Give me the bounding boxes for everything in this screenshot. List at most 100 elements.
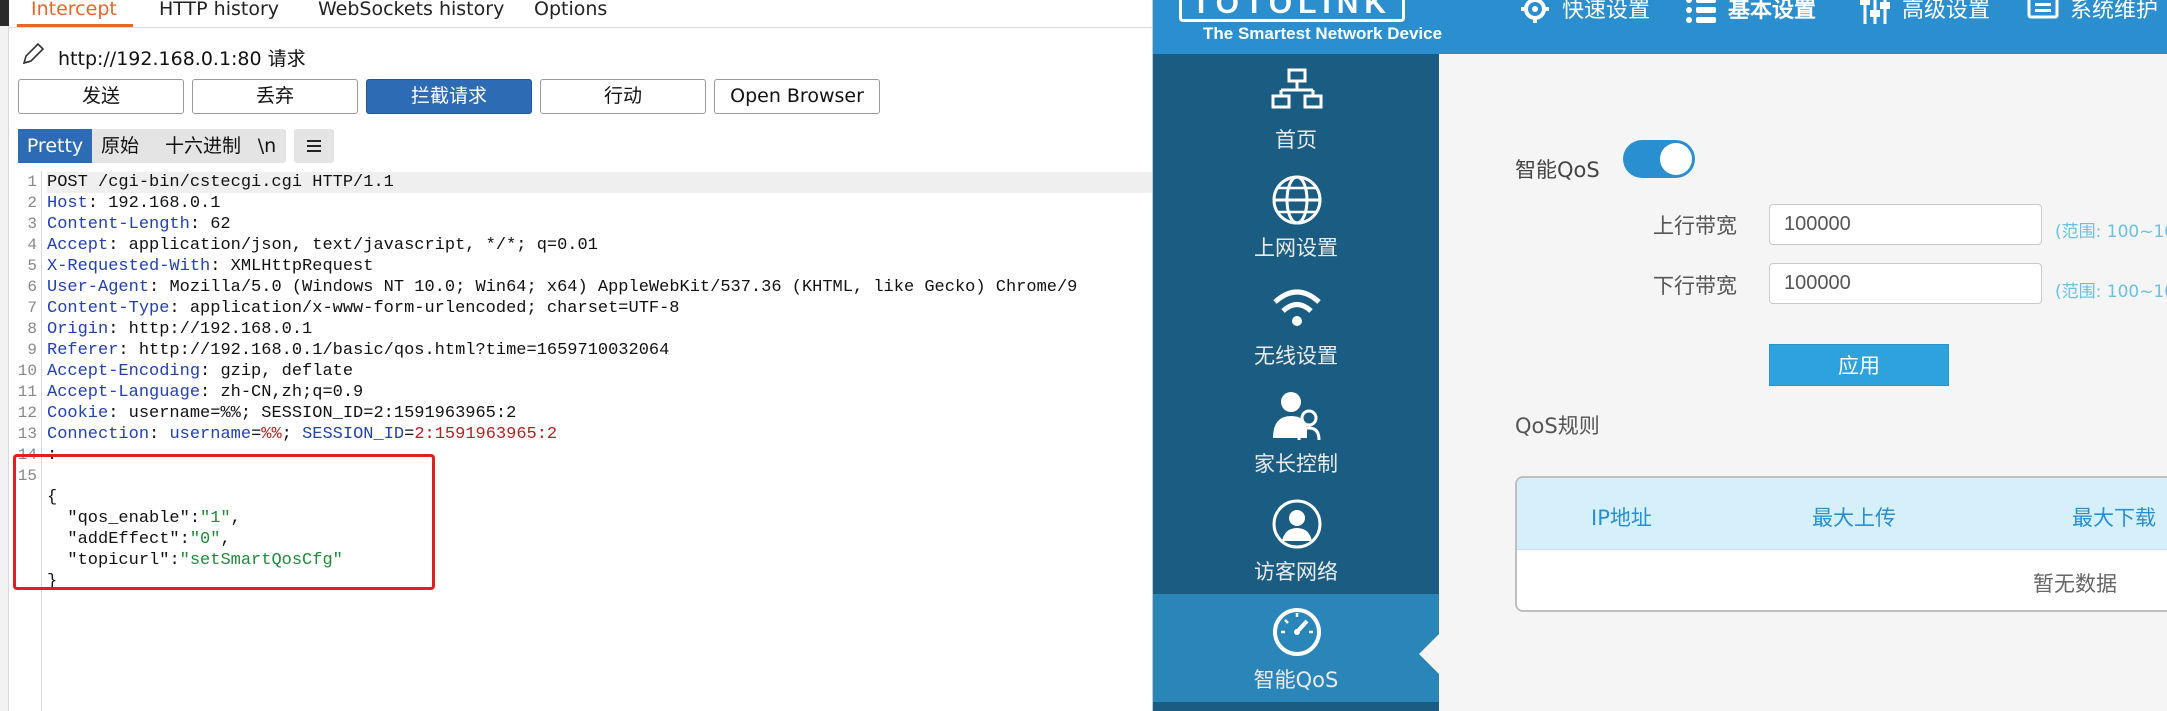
sidebar-item-internet[interactable]: 上网设置: [1153, 162, 1439, 270]
line-number: 11: [17, 383, 37, 401]
action-button[interactable]: 行动: [540, 79, 706, 114]
network-topology-icon: [1271, 68, 1323, 109]
header-name: Accept-Encoding: [47, 362, 201, 381]
line-number: 8: [27, 320, 37, 338]
line-number: 4: [27, 236, 37, 254]
cookie-value: %%: [261, 425, 282, 444]
nav-label: 系统维护: [2070, 0, 2159, 23]
header-line: Host: 192.168.0.1: [47, 194, 221, 213]
cookie-name: SESSION_ID: [302, 425, 405, 444]
header-value: 192.168.0.1: [108, 194, 221, 213]
line-number: 10: [17, 362, 37, 380]
header-name: Host: [47, 194, 88, 213]
apply-button[interactable]: 应用: [1769, 344, 1949, 386]
sidebar-item-label: 家长控制: [1254, 452, 1338, 476]
header-name: Origin: [47, 320, 109, 339]
header-line: Cookie: username=%%; SESSION_ID=2:159196…: [47, 404, 517, 423]
pencil-icon[interactable]: [21, 42, 45, 66]
speedometer-icon: [1273, 608, 1321, 656]
header-line: Accept: application/json, text/javascrip…: [47, 236, 598, 255]
upload-bandwidth-input[interactable]: 100000: [1769, 204, 2042, 245]
toggle-knob: [1660, 143, 1692, 175]
header-value: application/x-www-form-urlencoded; chars…: [189, 299, 680, 318]
header-name: Accept-Language: [47, 383, 201, 402]
smart-qos-label: 智能QoS: [1515, 158, 1600, 182]
nav-label: 基本设置: [1728, 0, 1817, 23]
line-number: 7: [27, 299, 37, 317]
intercept-toggle-button[interactable]: 拦截请求: [366, 79, 532, 114]
sidebar-item-wireless[interactable]: 无线设置: [1153, 270, 1439, 378]
sidebar-item-label: 智能QoS: [1253, 668, 1339, 692]
header-value: http://192.168.0.1/basic/qos.html?time=1…: [138, 341, 670, 360]
smart-qos-toggle[interactable]: [1623, 140, 1695, 178]
header-value: gzip, deflate: [220, 362, 354, 381]
line-number: 9: [27, 341, 37, 359]
cookie-header-line: Connection: username=%%; SESSION_ID=2:15…: [47, 425, 558, 444]
tab-websockets-history[interactable]: WebSockets history: [318, 0, 504, 26]
logo-slogan: The Smartest Network Device: [1203, 24, 1443, 43]
line-number: 2: [27, 194, 37, 212]
download-bandwidth-input[interactable]: 100000: [1769, 263, 2042, 304]
line-number: 1: [27, 173, 37, 191]
header-name: Content-Length: [47, 215, 190, 234]
sidebar-item-guest-network[interactable]: 访客网络: [1153, 486, 1439, 594]
header-value: Mozilla/5.0 (Windows NT 10.0; Win64; x64…: [169, 278, 1078, 297]
request-editor[interactable]: 1 2 3 4 5 6 7 8 9 10 11 12 13 14 15 POST…: [9, 171, 1152, 711]
view-hex[interactable]: 十六进制: [148, 129, 258, 163]
sidebar-item-label: 访客网络: [1254, 560, 1338, 584]
drop-button[interactable]: 丢弃: [192, 79, 358, 114]
line-number: 13: [17, 425, 37, 443]
column-max-upload: 最大上传: [1812, 506, 1896, 530]
header-line: User-Agent: Mozilla/5.0 (Windows NT 10.0…: [47, 278, 1078, 297]
header-name: Referer: [47, 341, 119, 360]
view-raw[interactable]: 原始: [92, 129, 148, 163]
upload-bandwidth-label: 上行带宽: [1653, 214, 1737, 238]
router-sidebar: 首页 上网设置 无线设置 家长控制 访客网络 智能QoS: [1153, 54, 1439, 711]
proxy-tab-bar: Intercept HTTP history WebSockets histor…: [9, 0, 1152, 28]
options-menu-button[interactable]: [294, 129, 334, 163]
qos-rules-title: QoS规则: [1515, 414, 1600, 438]
upload-range-hint: (范围: 100~10: [2055, 222, 2167, 242]
gear-icon: [1521, 0, 1549, 23]
header-value: username=%%; SESSION_ID=2:1591963965:2: [128, 404, 517, 423]
header-line: Referer: http://192.168.0.1/basic/qos.ht…: [47, 341, 670, 360]
request-target-url: http://192.168.0.1:80 请求: [58, 48, 306, 70]
tab-intercept[interactable]: Intercept: [17, 0, 133, 27]
sidebar-item-parental-control[interactable]: 家长控制: [1153, 378, 1439, 486]
tab-options[interactable]: Options: [534, 0, 607, 26]
column-max-download: 最大下载: [2072, 506, 2156, 530]
request-line: POST /cgi-bin/cstecgi.cgi HTTP/1.1: [47, 172, 1152, 193]
download-bandwidth-label: 下行带宽: [1653, 274, 1737, 298]
header-value: http://192.168.0.1: [128, 320, 313, 339]
parental-icon: [1273, 392, 1321, 441]
sidebar-item-label: 无线设置: [1254, 344, 1338, 368]
line-number: 12: [17, 404, 37, 422]
sidebar-item-home[interactable]: 首页: [1153, 54, 1439, 162]
header-value: zh-CN,zh;q=0.9: [220, 383, 364, 402]
header-value: 62: [210, 215, 231, 234]
hamburger-icon: [307, 140, 321, 152]
forward-button[interactable]: 发送: [18, 79, 184, 114]
cookie-value: 2:1591963965:2: [414, 425, 558, 444]
view-pretty[interactable]: Pretty: [18, 129, 92, 163]
line-number: 5: [27, 257, 37, 275]
line-number-gutter: 1 2 3 4 5 6 7 8 9 10 11 12 13 14 15: [9, 171, 42, 711]
sidebar-item-smart-qos[interactable]: 智能QoS: [1153, 594, 1439, 702]
list-icon: [1686, 0, 1716, 23]
qos-settings-content: 智能QoS 上行带宽 100000 (范围: 100~10 下行带宽 10000…: [1439, 54, 2167, 711]
tab-http-history[interactable]: HTTP history: [159, 0, 279, 26]
router-header: TOTOLINK The Smartest Network Device 快速设…: [1153, 0, 2167, 54]
newline-toggle[interactable]: \n: [248, 129, 286, 163]
header-name: Connection: [47, 425, 150, 444]
header-line: Accept-Encoding: gzip, deflate: [47, 362, 354, 381]
globe-icon: [1272, 175, 1322, 225]
header-name: Accept: [47, 236, 109, 255]
totolink-logo: TOTOLINK: [1179, 0, 1405, 22]
qos-rules-table: IP地址 最大上传 最大下载 暂无数据: [1515, 476, 2167, 612]
line-number: 3: [27, 215, 37, 233]
header-line: Content-Type: application/x-www-form-url…: [47, 299, 680, 318]
open-browser-button[interactable]: Open Browser: [714, 79, 880, 114]
header-line: X-Requested-With: XMLHttpRequest: [47, 257, 374, 276]
table-header: IP地址 最大上传 最大下载: [1517, 478, 2167, 550]
line-number: 6: [27, 278, 37, 296]
